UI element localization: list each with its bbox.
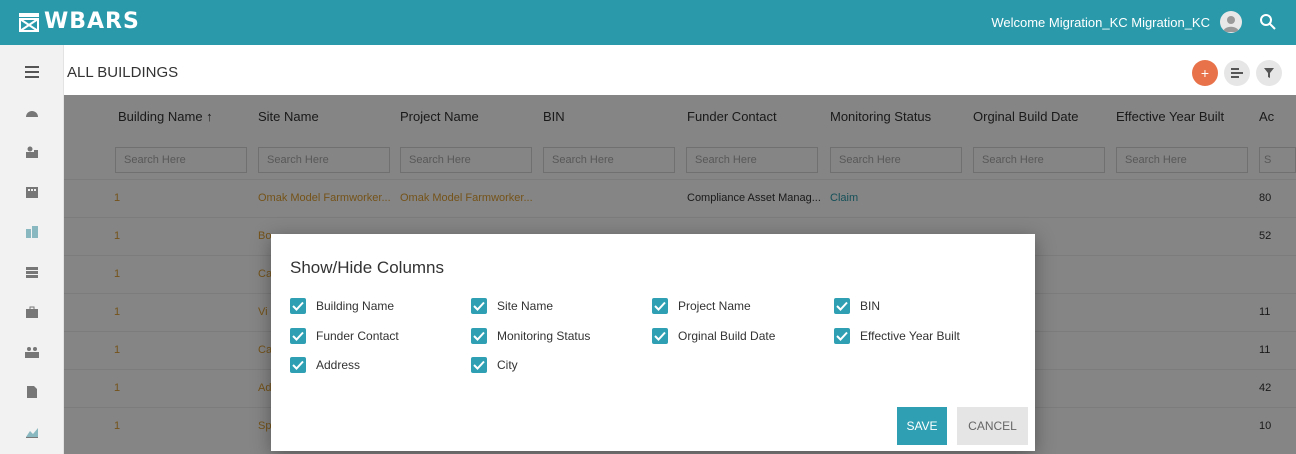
dashboard-icon[interactable]	[22, 102, 42, 122]
buildings-icon[interactable]	[22, 222, 42, 242]
checkbox-checked-icon[interactable]	[471, 298, 487, 314]
column-option-city[interactable]: City	[471, 356, 518, 374]
option-label: Funder Contact	[316, 329, 399, 343]
column-option-monitoring-status[interactable]: Monitoring Status	[471, 327, 590, 345]
option-label: Building Name	[316, 299, 395, 313]
column-option-effective-year[interactable]: Effective Year Built	[834, 327, 960, 345]
avatar[interactable]	[1220, 11, 1242, 33]
column-option-bin[interactable]: BIN	[834, 297, 880, 315]
option-label: City	[497, 358, 518, 372]
checkbox-checked-icon[interactable]	[290, 328, 306, 344]
option-label: Effective Year Built	[860, 329, 960, 343]
welcome-text: Welcome Migration_KC Migration_KC	[991, 15, 1210, 30]
column-option-site-name[interactable]: Site Name	[471, 297, 553, 315]
document-icon[interactable]	[22, 382, 42, 402]
checkbox-checked-icon[interactable]	[290, 298, 306, 314]
option-label: Address	[316, 358, 361, 372]
checkbox-checked-icon[interactable]	[652, 328, 668, 344]
filter-icon	[1264, 68, 1274, 78]
sidebar	[0, 45, 64, 454]
briefcase-icon[interactable]	[22, 302, 42, 322]
dialog-title: Show/Hide Columns	[290, 258, 445, 277]
user-avatar-icon	[1223, 16, 1239, 32]
chart-icon[interactable]	[22, 422, 42, 442]
filter-button[interactable]	[1256, 60, 1282, 86]
checkbox-checked-icon[interactable]	[471, 328, 487, 344]
checkbox-checked-icon[interactable]	[290, 357, 306, 373]
checkbox-checked-icon[interactable]	[471, 357, 487, 373]
group-icon[interactable]	[22, 342, 42, 362]
add-button[interactable]: +	[1192, 60, 1218, 86]
column-option-build-date[interactable]: Orginal Build Date	[652, 327, 775, 345]
column-option-address[interactable]: Address	[290, 356, 360, 374]
app-name: WBARS	[44, 9, 140, 34]
column-option-funder-contact[interactable]: Funder Contact	[290, 327, 399, 345]
checkbox-checked-icon[interactable]	[652, 298, 668, 314]
search-icon[interactable]	[1258, 12, 1278, 32]
top-bar: WBARS Welcome Migration_KC Migration_KC	[0, 0, 1296, 45]
users-icon[interactable]	[22, 142, 42, 162]
plus-icon: +	[1200, 65, 1210, 81]
option-label: BIN	[860, 299, 881, 313]
option-label: Monitoring Status	[497, 329, 591, 343]
cancel-button[interactable]: CANCEL	[957, 407, 1028, 445]
column-option-building-name[interactable]: Building Name	[290, 297, 394, 315]
menu-icon[interactable]	[22, 62, 42, 82]
option-label: Project Name	[678, 299, 751, 313]
page-header: ALL BUILDINGS +	[64, 45, 1296, 95]
columns-icon	[1231, 68, 1243, 78]
save-button[interactable]: SAVE	[897, 407, 947, 445]
stack-icon[interactable]	[22, 262, 42, 282]
show-hide-columns-dialog: Show/Hide Columns Building Name Site Nam…	[271, 234, 1035, 451]
option-label: Orginal Build Date	[678, 329, 776, 343]
checkbox-checked-icon[interactable]	[834, 328, 850, 344]
option-label: Site Name	[497, 299, 554, 313]
checkbox-checked-icon[interactable]	[834, 298, 850, 314]
building-icon[interactable]	[22, 182, 42, 202]
logo-mark-icon	[19, 12, 39, 32]
columns-button[interactable]	[1224, 60, 1250, 86]
page-title: ALL BUILDINGS	[67, 64, 179, 81]
app-logo[interactable]: WBARS	[18, 9, 140, 34]
column-option-project-name[interactable]: Project Name	[652, 297, 751, 315]
